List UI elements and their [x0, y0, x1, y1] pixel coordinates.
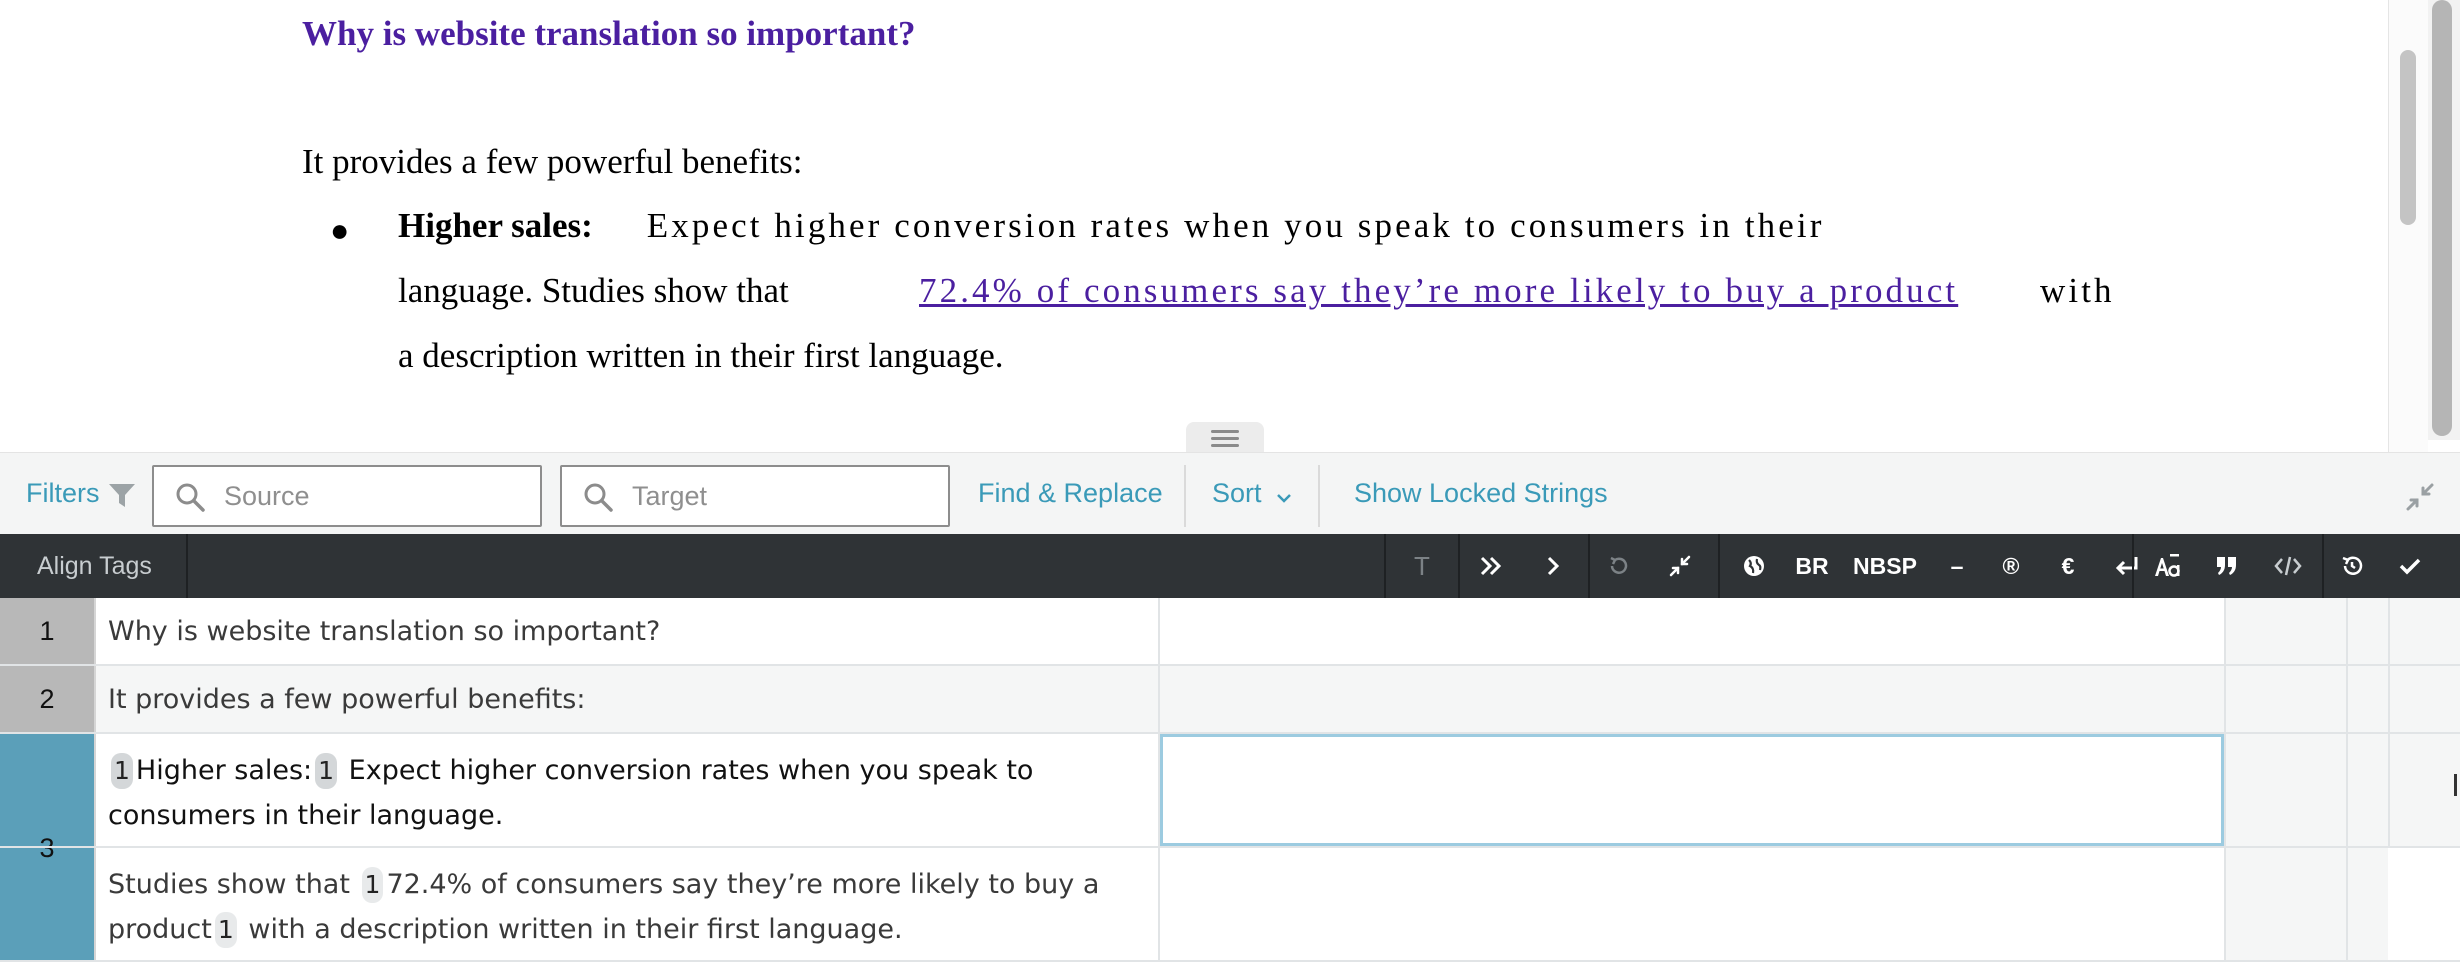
action-cell: [2388, 666, 2460, 732]
bullet-line-1-text: Expect higher conversion rates when you …: [646, 206, 1825, 245]
flag-cell: [2346, 598, 2388, 664]
chevron-down-icon[interactable]: [1276, 493, 1292, 503]
registered-button[interactable]: ®: [1982, 534, 2040, 598]
undo-icon[interactable]: [1590, 534, 1648, 598]
status-cell: [2224, 734, 2346, 846]
history-icon[interactable]: [2324, 534, 2380, 598]
action-cell: [2388, 598, 2460, 664]
funnel-icon[interactable]: [108, 482, 136, 508]
segment-text: Studies show that: [108, 869, 350, 900]
target-search-input[interactable]: [632, 477, 932, 515]
search-icon: [176, 483, 205, 512]
dash-button[interactable]: –: [1932, 534, 1982, 598]
bullet-line-2: language. Studies show that: [398, 271, 789, 310]
tag-marker[interactable]: 1: [361, 867, 384, 903]
bullet-line-3: a description written in their first lan…: [398, 336, 1004, 375]
preview-pane: Why is website translation so important?…: [0, 0, 2460, 452]
euro-button[interactable]: €: [2040, 534, 2096, 598]
sort-button[interactable]: Sort: [1212, 478, 1262, 509]
show-locked-strings-button[interactable]: Show Locked Strings: [1354, 478, 1608, 509]
source-cell: It provides a few powerful benefits:: [96, 666, 1160, 732]
compress-icon[interactable]: [1648, 534, 1712, 598]
preview-intro: It provides a few powerful benefits:: [302, 142, 803, 181]
table-row-active[interactable]: 1 Higher sales: 1 Expect higher conversion…: [0, 734, 2460, 848]
tag-marker[interactable]: 1: [111, 753, 133, 789]
filters-button[interactable]: Filters: [26, 478, 100, 509]
filter-divider: [1318, 465, 1320, 527]
nbsp-button[interactable]: NBSP: [1838, 534, 1932, 598]
page-scrollbar-thumb[interactable]: [2432, 0, 2452, 436]
filter-bar: Filters Find & Replace Sort Show Locked …: [0, 452, 2460, 534]
source-search-input[interactable]: [224, 477, 524, 515]
target-cell[interactable]: [1160, 666, 2224, 732]
table-row[interactable]: 1 Why is website translation so importan…: [0, 598, 2460, 666]
bullet-bold-label: Higher sales:: [398, 206, 593, 245]
flag-cell: [2346, 666, 2388, 732]
editor-toolbar: Align Tags T BR NBSP – ® €: [0, 534, 2460, 598]
action-cell: [2388, 734, 2460, 846]
tag-marker[interactable]: 1: [315, 753, 338, 789]
filter-divider: [1184, 465, 1186, 527]
target-editor-active[interactable]: [1160, 734, 2224, 846]
bullet-line-2-tail: with: [2040, 271, 2115, 310]
flag-cell: [2346, 734, 2388, 846]
bullet-line-1: Higher sales: Expect higher conversion ra…: [398, 206, 1824, 246]
segment-bold-text: Higher sales:: [135, 755, 313, 786]
globe-icon[interactable]: [1722, 534, 1786, 598]
table-row[interactable]: Studies show that 1 72.4% of consumers sa…: [0, 848, 2460, 962]
chevron-right-icon[interactable]: [1522, 534, 1584, 598]
segment-grid: 1 Why is website translation so importan…: [0, 598, 2460, 978]
check-icon[interactable]: [2380, 534, 2440, 598]
row-number: 2: [0, 666, 96, 732]
double-chevron-right-icon[interactable]: [1460, 534, 1522, 598]
target-search-box[interactable]: [560, 465, 950, 527]
status-cell: [2224, 666, 2346, 732]
status-cell: [2224, 598, 2346, 664]
br-button[interactable]: BR: [1786, 534, 1838, 598]
preview-heading: Why is website translation so important?: [302, 14, 916, 53]
find-replace-button[interactable]: Find & Replace: [978, 478, 1163, 509]
text-format-button[interactable]: T: [1386, 534, 1458, 598]
target-cell[interactable]: [1160, 848, 2224, 960]
tag-marker[interactable]: 1: [214, 912, 237, 948]
row-number: 1: [0, 598, 96, 664]
resize-handle-icon[interactable]: [1186, 422, 1264, 452]
search-icon: [584, 483, 613, 512]
quote-icon[interactable]: [2198, 534, 2256, 598]
source-cell: Studies show that 1 72.4% of consumers sa…: [96, 848, 1160, 960]
code-icon[interactable]: [2256, 534, 2320, 598]
target-cell[interactable]: [1160, 598, 2224, 664]
mouse-cursor: [2454, 774, 2457, 796]
case-toggle-icon[interactable]: [2136, 534, 2198, 598]
segment-text: with a description written in their firs…: [248, 914, 903, 945]
preview-link[interactable]: 72.4% of consumers say they’re more like…: [919, 271, 1958, 311]
preview-scrollbar-thumb[interactable]: [2400, 50, 2416, 225]
align-tags-button[interactable]: Align Tags: [0, 534, 188, 598]
source-cell: Why is website translation so important?: [96, 598, 1160, 664]
table-row[interactable]: 2 It provides a few powerful benefits:: [0, 666, 2460, 734]
status-cell: [2224, 848, 2346, 960]
bullet-dot: ●: [330, 212, 350, 248]
source-cell: 1 Higher sales: 1 Expect higher conversion…: [96, 734, 1160, 846]
flag-cell: [2346, 848, 2388, 960]
source-search-box[interactable]: [152, 465, 542, 527]
collapse-icon[interactable]: [2404, 481, 2436, 513]
